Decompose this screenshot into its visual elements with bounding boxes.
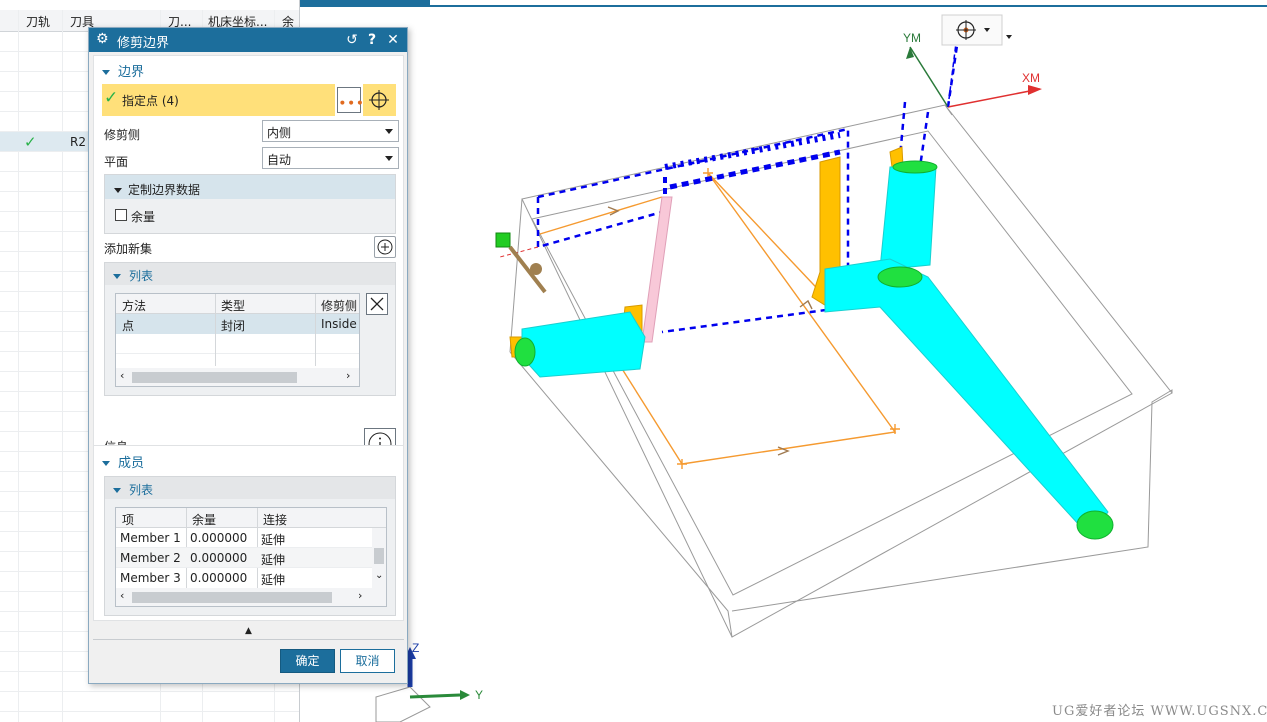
collapse-caret-icon [102,461,110,466]
collapse-caret-icon [114,188,122,193]
column-header-trim-side[interactable]: 修剪侧 [321,297,361,314]
table-row[interactable] [0,692,299,712]
cancel-button[interactable]: 取消 [340,649,395,673]
collapse-caret-icon [113,274,121,279]
specify-points-selector[interactable]: ✓ 指定点 (4) [102,84,335,116]
column-header-connect[interactable]: 连接 [263,511,287,528]
toolpath-cyan [514,160,1114,540]
scroll-right-icon[interactable]: › [346,369,350,382]
collapse-caret-icon [113,488,121,493]
ok-button[interactable]: 确定 [280,649,335,673]
table-row[interactable] [116,334,359,354]
table-row[interactable]: Member 3 0.000000 延伸 [116,568,372,588]
add-new-set-label: 添加新集 [104,242,153,256]
z-axis-label: Z [412,641,419,655]
trim-side-label: 修剪侧 [104,128,141,142]
remove-x-icon [370,297,384,311]
model-view[interactable]: YM XM Z Y [300,7,1267,722]
scroll-left-icon[interactable]: ‹ [120,369,124,382]
forum-watermark: UG爱好者论坛 WWW.UGSNX.COM [1052,704,1267,719]
custom-boundary-data-group: 定制边界数据 余量 [104,174,396,234]
point-dialog-button[interactable]: ∙∙∙ [337,87,364,113]
set-list-table[interactable]: 方法 类型 修剪侧 点 封闭 Inside ‹ › [115,293,360,387]
plane-label: 平面 [104,155,129,169]
collapse-dialog-icon[interactable]: ▲ [93,625,404,637]
graphics-viewport[interactable]: YM XM Z Y [300,7,1267,722]
scrollbar-thumb[interactable] [132,372,297,383]
remove-set-button[interactable] [366,293,388,315]
collapse-caret-icon [102,70,110,75]
specify-points-label: 指定点 (4) [122,94,179,108]
complete-check-icon: ✓ [24,133,37,151]
scrollbar-thumb[interactable] [374,548,384,564]
vertical-scrollbar[interactable]: ⌄ [372,528,386,588]
dialog-title-bar[interactable]: ⚙ 修剪边界 ↺ ? ✕ [89,28,407,52]
scrollbar-thumb[interactable] [132,592,332,603]
add-new-set-button[interactable] [374,236,396,258]
table-row[interactable]: Member 2 0.000000 延伸 [116,548,372,568]
gear-icon: ⚙ [96,31,109,47]
close-icon[interactable]: ✕ [384,31,402,49]
members-group: 成员 列表 项 余量 连接 Member 1 0.000000 延伸 Membe… [93,445,404,621]
members-list-group: 列表 项 余量 连接 Member 1 0.000000 延伸 Member 2… [104,476,396,616]
xm-axis-label: XM [1022,71,1040,85]
custom-boundary-data-header[interactable]: 定制边界数据 [105,175,395,199]
members-section-header[interactable]: 成员 [102,452,144,471]
graphics-tab-strip [300,0,1267,7]
column-header-method[interactable]: 方法 [122,297,217,314]
horizontal-scrollbar[interactable]: ‹ › [116,588,386,606]
column-header-type[interactable]: 类型 [221,297,316,314]
crosshair-icon [369,90,389,110]
toolpath-pink-wall [641,196,673,343]
allowance-checkbox[interactable] [115,209,127,221]
tool-name: R2 [70,135,86,149]
column-header-toolpath[interactable]: 刀轨 [26,13,50,30]
trim-side-select[interactable]: 内侧 [262,120,399,142]
table-row[interactable]: Member 1 0.000000 延伸 [116,528,372,548]
allowance-label: 余量 [131,210,156,224]
members-table[interactable]: 项 余量 连接 Member 1 0.000000 延伸 Member 2 0.… [115,507,387,607]
chevron-down-icon [385,156,393,161]
snap-point-selector[interactable] [941,14,1012,46]
reset-icon[interactable]: ↺ [343,31,361,49]
help-icon[interactable]: ? [363,31,381,49]
scroll-right-icon[interactable]: › [358,589,362,602]
check-icon: ✓ [104,88,119,108]
active-graphics-tab[interactable] [300,0,430,6]
horizontal-scrollbar[interactable]: ‹ › [116,368,359,386]
trim-boundary-dialog: ⚙ 修剪边界 ↺ ? ✕ 边界 ✓ 指定点 (4) ∙∙∙ 修剪侧 内侧 平面 … [88,27,408,684]
scroll-down-icon[interactable]: ⌄ [375,570,383,581]
y-axis-label: Y [475,688,483,702]
members-list-header[interactable]: 列表 [105,477,395,499]
set-list-group: 列表 方法 类型 修剪侧 点 封闭 Inside ‹ › [104,262,396,396]
nx-cam-window: 刀轨 刀具 刀... 机床坐标... 余 ✓ R2 YM XM Z Y ⚙ 修剪… [0,0,1267,722]
point-snap-button[interactable] [363,84,396,116]
table-row[interactable]: 点 封闭 Inside [116,314,359,334]
set-list-header[interactable]: 列表 [105,263,395,285]
column-header-item[interactable]: 项 [122,511,134,528]
dialog-title: 修剪边界 [117,36,170,51]
column-header-allowance[interactable]: 余量 [192,511,216,528]
add-circle-icon [377,239,393,255]
ym-axis-label: YM [903,31,921,45]
chevron-down-icon [385,129,393,134]
boundary-section-header[interactable]: 边界 [102,61,144,80]
boundary-group: 边界 ✓ 指定点 (4) ∙∙∙ 修剪侧 内侧 平面 自动 定制边界数据 余量 [93,55,404,467]
plane-select[interactable]: 自动 [262,147,399,169]
scroll-left-icon[interactable]: ‹ [120,589,124,602]
